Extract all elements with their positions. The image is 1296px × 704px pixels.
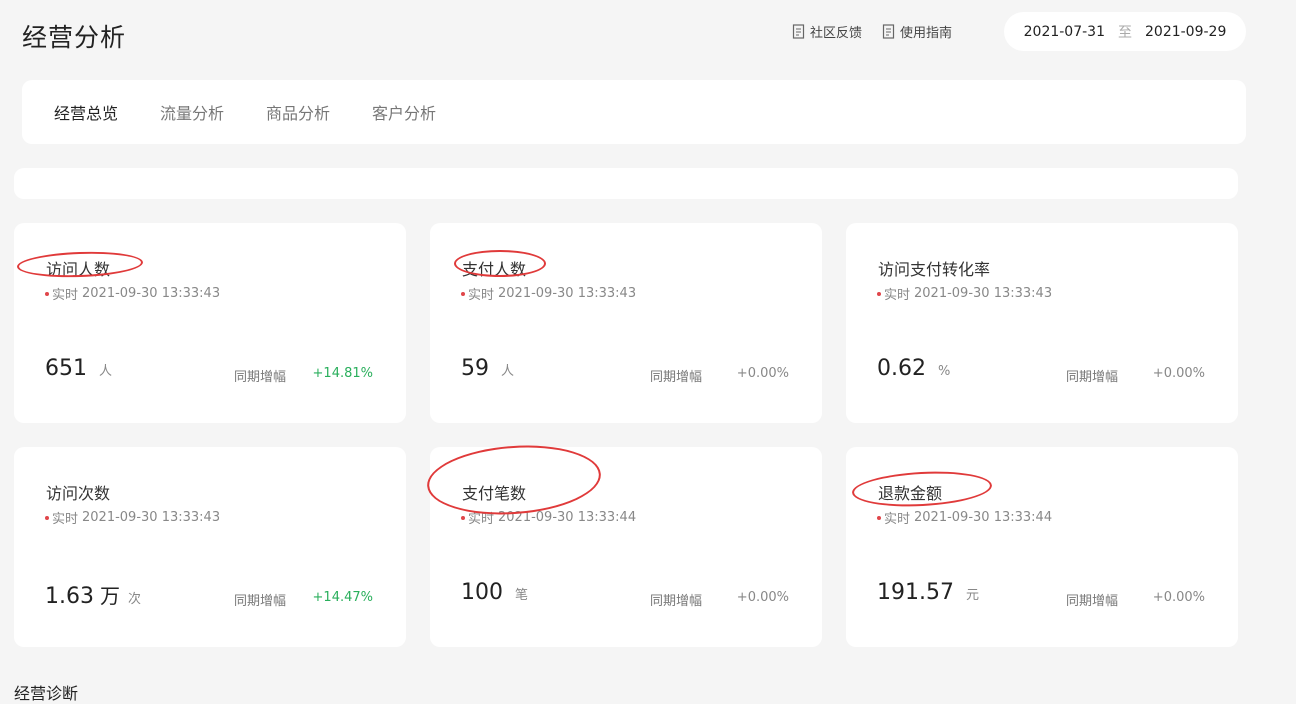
metric-card-paying-users[interactable]: 支付人数 实时 2021-09-30 13:33:43 59 人 同期增幅 +0… [430,223,822,423]
tab-products[interactable]: 商品分析 [266,100,330,124]
metric-value: 100 笔 [461,580,528,605]
realtime-label: 实时 [52,288,79,303]
metric-card-payment-count[interactable]: 支付笔数 实时 2021-09-30 13:33:44 100 笔 同期增幅 +… [430,447,822,647]
realtime-dot-icon [461,291,465,296]
timestamp-value: 2021-09-30 13:33:43 [914,286,1053,301]
metric-title: 退款金额 [878,484,943,503]
section-title: 经营诊断 [14,684,79,703]
metric-value: 0.62 % [877,356,950,381]
compare-label: 同期增幅 [234,594,287,609]
realtime-label: 实时 [884,288,911,303]
metric-timestamp: 实时 2021-09-30 13:33:44 [461,508,636,527]
header-links: 社区反馈 使用指南 [792,22,952,41]
realtime-dot-icon [461,515,465,520]
date-start[interactable]: 2021-07-31 [1024,24,1105,40]
timestamp-value: 2021-09-30 13:33:43 [82,286,221,301]
compare-value: +0.00% [1152,366,1205,381]
value-number: 0.62 [877,356,926,381]
community-feedback-label: 社区反馈 [810,26,863,41]
timestamp-value: 2021-09-30 13:33:43 [82,510,221,525]
metric-value: 59 人 [461,356,514,381]
value-number: 1.63 [45,584,94,609]
document-icon [792,23,805,39]
tab-overview[interactable]: 经营总览 [54,100,118,124]
value-unit: 人 [99,364,113,379]
metric-timestamp: 实时 2021-09-30 13:33:43 [877,284,1052,303]
metric-card-visitors[interactable]: 访问人数 实时 2021-09-30 13:33:43 651 人 同期增幅 +… [14,223,406,423]
realtime-label: 实时 [468,512,495,527]
value-number: 191.57 [877,580,954,605]
document-icon [882,23,895,39]
metric-title: 支付人数 [462,260,527,279]
compare-label: 同期增幅 [650,594,703,609]
compare-label: 同期增幅 [1066,594,1119,609]
metric-value: 651 人 [45,356,112,381]
value-unit: 元 [965,588,979,603]
realtime-dot-icon [45,291,49,296]
compare-label: 同期增幅 [234,370,287,385]
compare-value: +14.47% [312,590,373,605]
realtime-label: 实时 [52,512,79,527]
metric-timestamp: 实时 2021-09-30 13:33:43 [45,284,220,303]
metric-title: 访问次数 [46,484,111,503]
timestamp-value: 2021-09-30 13:33:44 [498,510,637,525]
metric-title: 访问支付转化率 [878,260,991,279]
filter-bar [14,168,1238,199]
metric-timestamp: 实时 2021-09-30 13:33:43 [45,508,220,527]
metric-timestamp: 实时 2021-09-30 13:33:43 [461,284,636,303]
metric-value: 1.63 万 次 [45,580,141,609]
value-magnitude: 万 [99,584,120,608]
page-title: 经营分析 [22,23,127,52]
compare-value: +14.81% [312,366,373,381]
tab-bar: 经营总览 流量分析 商品分析 客户分析 [22,80,1246,144]
timestamp-value: 2021-09-30 13:33:44 [914,510,1053,525]
realtime-dot-icon [877,291,881,296]
value-unit: 次 [127,592,141,607]
realtime-dot-icon [877,515,881,520]
metric-title: 支付笔数 [462,484,527,503]
date-range-picker[interactable]: 2021-07-31 至 2021-09-29 [1004,12,1246,51]
realtime-dot-icon [45,515,49,520]
tab-traffic[interactable]: 流量分析 [160,100,224,124]
date-end[interactable]: 2021-09-29 [1145,24,1226,40]
compare-label: 同期增幅 [650,370,703,385]
metric-title: 访问人数 [46,260,111,279]
user-guide-link[interactable]: 使用指南 [882,22,952,41]
compare-value: +0.00% [736,590,789,605]
tab-customers[interactable]: 客户分析 [372,100,436,124]
user-guide-label: 使用指南 [900,26,953,41]
compare-value: +0.00% [1152,590,1205,605]
value-number: 651 [45,356,87,381]
value-number: 59 [461,356,489,381]
value-unit: % [937,364,951,379]
value-unit: 笔 [515,588,529,603]
compare-value: +0.00% [736,366,789,381]
metric-card-conversion-rate[interactable]: 访问支付转化率 实时 2021-09-30 13:33:43 0.62 % 同期… [846,223,1238,423]
value-number: 100 [461,580,503,605]
compare-label: 同期增幅 [1066,370,1119,385]
metric-timestamp: 实时 2021-09-30 13:33:44 [877,508,1052,527]
realtime-label: 实时 [468,288,495,303]
community-feedback-link[interactable]: 社区反馈 [792,22,862,41]
metric-card-visits[interactable]: 访问次数 实时 2021-09-30 13:33:43 1.63 万 次 同期增… [14,447,406,647]
timestamp-value: 2021-09-30 13:33:43 [498,286,637,301]
date-separator: 至 [1118,24,1132,41]
value-unit: 人 [501,364,515,379]
metric-card-refund-amount[interactable]: 退款金额 实时 2021-09-30 13:33:44 191.57 元 同期增… [846,447,1238,647]
metric-value: 191.57 元 [877,580,979,605]
realtime-label: 实时 [884,512,911,527]
